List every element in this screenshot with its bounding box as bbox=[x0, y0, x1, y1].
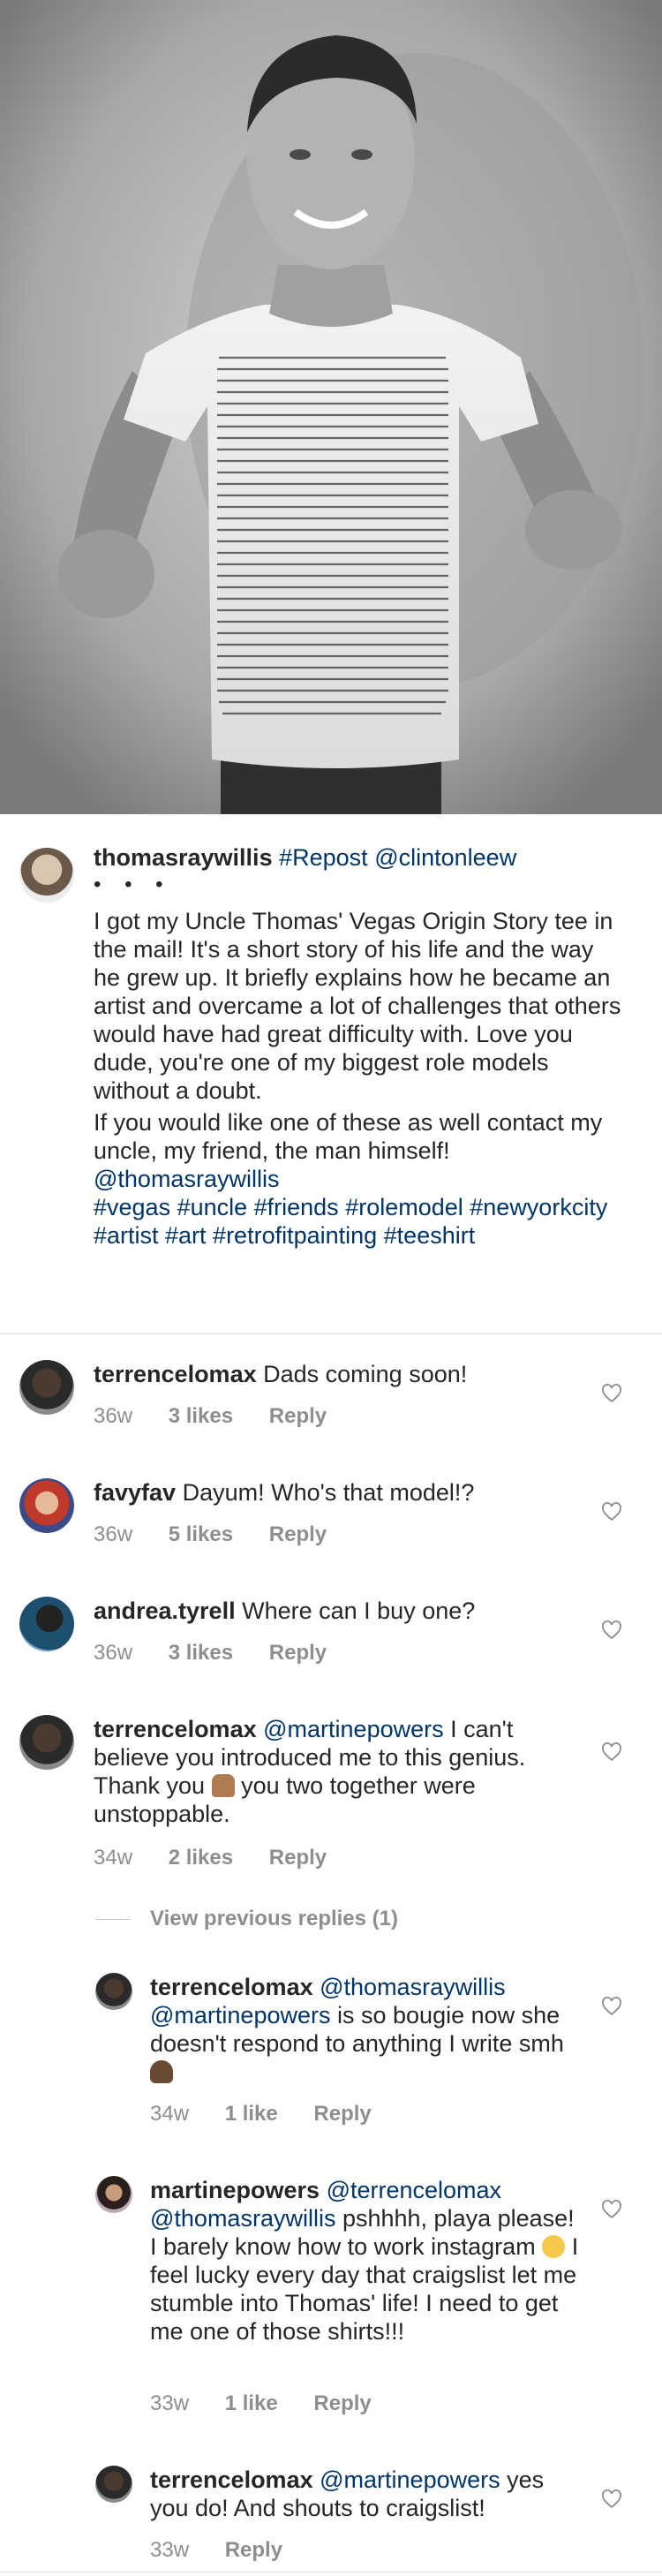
folded-hands-emoji bbox=[211, 1774, 235, 1797]
reply-time: 33w bbox=[150, 2391, 190, 2415]
divider bbox=[0, 1333, 662, 1334]
caption-body: I got my Uncle Thomas' Vegas Origin Stor… bbox=[94, 907, 623, 1250]
reply-username[interactable]: martinepowers bbox=[150, 2177, 320, 2203]
caption-dots: • • • bbox=[94, 873, 172, 896]
reply-username[interactable]: terrencelomax bbox=[150, 1974, 313, 2000]
heart-icon[interactable] bbox=[601, 1383, 622, 1404]
commenter-avatar[interactable] bbox=[19, 1478, 74, 1533]
heart-icon[interactable] bbox=[601, 1741, 622, 1763]
reply-mention[interactable]: @martinepowers bbox=[150, 2002, 330, 2028]
reply-button[interactable]: Reply bbox=[313, 2102, 371, 2126]
comment-text: Dayum! Who's that model!? bbox=[182, 1479, 475, 1506]
view-previous-label[interactable]: View previous replies (1) bbox=[150, 1907, 398, 1931]
comment-username[interactable]: terrencelomax bbox=[94, 1716, 257, 1742]
reply-button[interactable]: Reply bbox=[269, 1641, 327, 1665]
photo-illustration bbox=[0, 0, 662, 814]
comment-text: Dads coming soon! bbox=[263, 1361, 468, 1387]
caption-paragraph-text: If you would like one of these as well c… bbox=[94, 1109, 603, 1164]
caption-header: thomasraywillis #Repost @clintonleew bbox=[94, 843, 641, 872]
comment-username[interactable]: andrea.tyrell bbox=[94, 1598, 236, 1624]
reply-likes[interactable]: 1 like bbox=[225, 2102, 278, 2126]
reply-button[interactable]: Reply bbox=[225, 2538, 282, 2562]
reply-thread-line bbox=[95, 1919, 131, 1920]
replier-avatar[interactable] bbox=[95, 1973, 132, 2010]
reply-username[interactable]: terrencelomax bbox=[150, 2466, 313, 2493]
heart-icon[interactable] bbox=[601, 1501, 622, 1522]
reply-mention[interactable]: @terrencelomax bbox=[327, 2177, 501, 2203]
caption-paragraph: If you would like one of these as well c… bbox=[94, 1108, 623, 1193]
comment-username[interactable]: favyfav bbox=[94, 1479, 176, 1506]
reply-button[interactable]: Reply bbox=[313, 2391, 371, 2415]
reply-button[interactable]: Reply bbox=[269, 1522, 327, 1546]
comment-username[interactable]: terrencelomax bbox=[94, 1361, 257, 1387]
post-photo[interactable] bbox=[0, 0, 662, 814]
reply-mention[interactable]: @martinepowers bbox=[320, 2466, 500, 2493]
heart-icon[interactable] bbox=[601, 2199, 622, 2220]
repost-hashtag[interactable]: #Repost bbox=[279, 844, 368, 871]
person-emoji bbox=[150, 2060, 173, 2083]
reply-likes[interactable]: 1 like bbox=[225, 2391, 278, 2415]
comment-time: 36w bbox=[94, 1404, 133, 1428]
comment-time: 36w bbox=[94, 1641, 133, 1665]
comment-likes[interactable]: 3 likes bbox=[169, 1404, 233, 1428]
commenter-avatar[interactable] bbox=[19, 1597, 74, 1651]
caption-mention[interactable]: @thomasraywillis bbox=[94, 1166, 279, 1192]
repost-mention[interactable]: @clintonleew bbox=[374, 844, 516, 871]
heart-icon[interactable] bbox=[601, 1996, 622, 2017]
winking-tongue-emoji bbox=[542, 2235, 566, 2258]
reply-time: 33w bbox=[150, 2538, 190, 2562]
heart-icon[interactable] bbox=[601, 2489, 622, 2510]
reply-button[interactable]: Reply bbox=[269, 1404, 327, 1428]
reply-mention[interactable]: @thomasraywillis bbox=[320, 1974, 505, 2000]
comment-mention[interactable]: @martinepowers bbox=[263, 1716, 443, 1742]
comment-time: 36w bbox=[94, 1522, 133, 1546]
replier-avatar[interactable] bbox=[95, 2466, 132, 2503]
author-username[interactable]: thomasraywillis bbox=[94, 844, 273, 871]
comment-text: Where can I buy one? bbox=[242, 1598, 476, 1624]
reply-mention[interactable]: @thomasraywillis bbox=[150, 2205, 335, 2232]
heart-icon[interactable] bbox=[601, 1620, 622, 1641]
caption-paragraph: I got my Uncle Thomas' Vegas Origin Stor… bbox=[94, 908, 621, 1104]
comment-likes[interactable]: 5 likes bbox=[169, 1522, 233, 1546]
post-caption: thomasraywillis #Repost @clintonleew • •… bbox=[0, 814, 662, 1333]
caption-hashtags[interactable]: #vegas #uncle #friends #rolemodel #newyo… bbox=[94, 1193, 623, 1250]
replier-avatar[interactable] bbox=[95, 2176, 132, 2213]
reply-time: 34w bbox=[150, 2102, 190, 2126]
comment-time: 34w bbox=[94, 1846, 133, 1870]
comment-likes[interactable]: 2 likes bbox=[169, 1846, 233, 1870]
reply-button[interactable]: Reply bbox=[269, 1846, 327, 1870]
commenter-avatar[interactable] bbox=[19, 1360, 74, 1415]
author-avatar[interactable] bbox=[19, 848, 74, 903]
commenter-avatar[interactable] bbox=[19, 1715, 74, 1770]
comment-likes[interactable]: 3 likes bbox=[169, 1641, 233, 1665]
